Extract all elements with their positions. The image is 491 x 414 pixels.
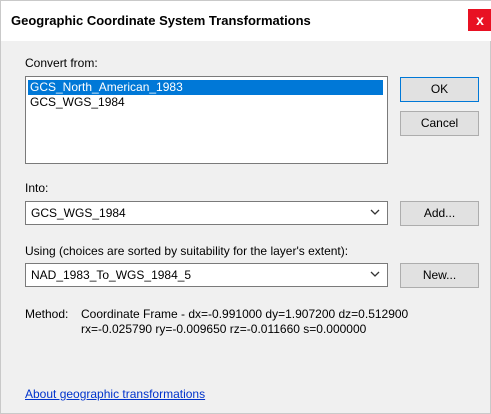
into-dropdown[interactable]: GCS_WGS_1984 [25,201,388,225]
transformations-dialog: Geographic Coordinate System Transformat… [0,0,491,414]
add-button[interactable]: Add... [400,201,479,226]
using-label: Using (choices are sorted by suitability… [25,244,349,258]
title-bar: Geographic Coordinate System Transformat… [1,1,491,41]
convert-from-listbox[interactable]: GCS_North_American_1983 GCS_WGS_1984 [25,76,388,164]
chevron-down-icon [370,271,380,277]
method-label: Method: [25,307,69,321]
dialog-title: Geographic Coordinate System Transformat… [11,13,311,28]
new-button[interactable]: New... [400,263,479,288]
ok-button[interactable]: OK [400,77,479,102]
close-icon: x [476,12,484,28]
list-item[interactable]: GCS_WGS_1984 [28,95,383,110]
method-line-2: rx=-0.025790 ry=-0.009650 rz=-0.011660 s… [81,322,367,336]
cancel-button[interactable]: Cancel [400,111,479,136]
list-item[interactable]: GCS_North_American_1983 [28,80,383,95]
into-value: GCS_WGS_1984 [31,206,126,220]
using-dropdown[interactable]: NAD_1983_To_WGS_1984_5 [25,263,388,287]
convert-from-label: Convert from: [25,56,98,70]
about-transformations-link[interactable]: About geographic transformations [25,387,205,401]
close-button[interactable]: x [468,9,491,31]
using-value: NAD_1983_To_WGS_1984_5 [31,268,192,282]
chevron-down-icon [370,209,380,215]
method-line-1: Coordinate Frame - dx=-0.991000 dy=1.907… [81,307,409,321]
into-label: Into: [25,181,49,195]
